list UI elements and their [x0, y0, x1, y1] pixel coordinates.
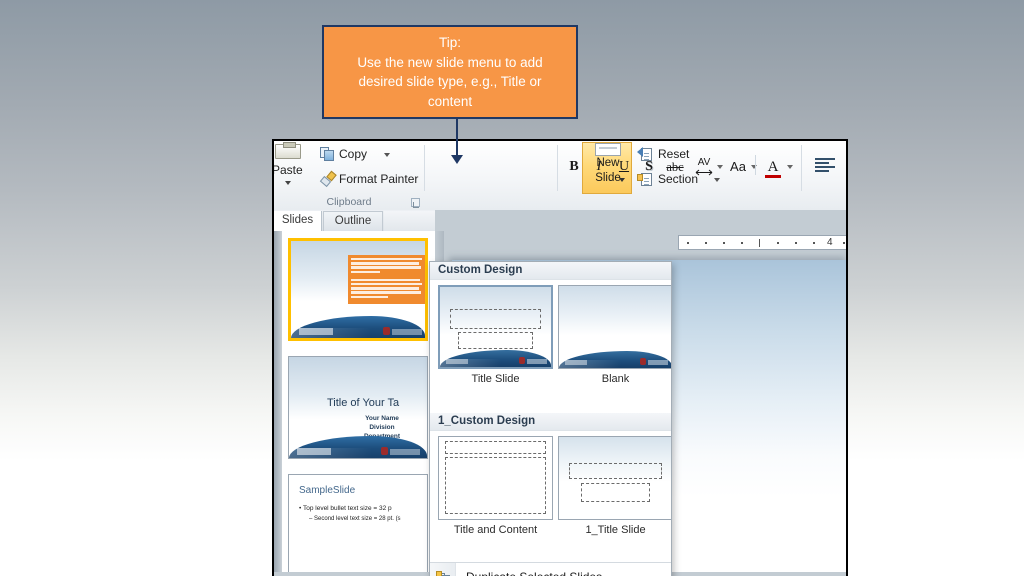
slide1-orange-textbox: [348, 255, 425, 304]
strikethrough-button[interactable]: abc: [663, 157, 687, 177]
menu-item-label: Duplicate Selected SlidesDuplicate Selec…: [466, 570, 602, 576]
italic-button[interactable]: I: [590, 157, 608, 177]
chevron-down-icon[interactable]: [384, 153, 390, 157]
ribbon-group-paragraph: [809, 141, 846, 210]
layout-logo-mark: [640, 358, 646, 365]
content-placeholder: [445, 457, 546, 514]
slide2-title: Title of Your Ta: [327, 397, 400, 409]
menu-divider: [430, 562, 671, 563]
layout-logo-text: [648, 360, 668, 365]
layout-thumbnail: [438, 436, 553, 520]
clipboard-group-label: Clipboard: [326, 196, 372, 208]
ribbon: Paste Copy Format Painter Clipboard New …: [274, 141, 846, 210]
pane-tabstrip: Slides Outline: [274, 210, 435, 231]
tip-line-3: desired slide type, e.g., Title or: [358, 74, 542, 89]
layout-thumbnail: [438, 285, 553, 369]
layout-logo-left: [565, 360, 587, 365]
ribbon-group-clipboard: Paste Copy Format Painter Clipboard: [274, 141, 424, 210]
tip-arrow-icon: [451, 155, 463, 164]
subtitle-placeholder: [581, 483, 650, 502]
paste-button[interactable]: Paste: [272, 142, 314, 195]
font-color-button[interactable]: A: [765, 157, 781, 177]
slide-thumbnail-2[interactable]: Title of Your Ta Your Name Division Depa…: [288, 356, 428, 459]
slide-logo-mark: [381, 447, 388, 455]
format-painter-icon: [319, 170, 337, 188]
clipboard-dialog-launcher-icon[interactable]: [411, 198, 420, 208]
menu-group-header-custom-design: Custom Design: [430, 262, 671, 280]
slide3-bullet-1: • Top level bullet text size = 32 p: [299, 505, 392, 512]
subtitle-placeholder: [458, 332, 533, 349]
new-slide-dropdown-menu[interactable]: Custom Design Title Slide Blank 1_Custom…: [429, 261, 672, 576]
layout-thumbnail: [558, 285, 671, 369]
copy-icon: [320, 147, 335, 162]
powerpoint-screenshot-frame: Paste Copy Format Painter Clipboard New …: [272, 139, 848, 576]
editor-work-area: Slides Outline Title of Your Ta Your Nam…: [274, 210, 846, 576]
tip-callout: Tip: Use the new slide menu to add desir…: [322, 25, 578, 119]
chevron-down-icon[interactable]: [285, 181, 291, 185]
font-color-swatch[interactable]: [765, 175, 781, 178]
slide-thumbnails-pane[interactable]: Title of Your Ta Your Name Division Depa…: [274, 231, 435, 576]
chevron-down-icon[interactable]: [717, 165, 723, 169]
copy-button[interactable]: Copy: [320, 145, 416, 164]
slide3-bullet-2: – Second level text size = 28 pt. (s: [309, 516, 401, 522]
layout-logo-text: [527, 359, 547, 364]
tip-connector-line: [456, 119, 458, 159]
bold-button[interactable]: B: [565, 157, 583, 177]
ribbon-separator: [424, 145, 425, 191]
duplicate-slides-icon: [436, 571, 451, 576]
layout-logo-mark: [519, 357, 525, 364]
ribbon-group-font: B I U S abc AV Aa A: [559, 141, 793, 210]
tip-line-1: Tip:: [438, 35, 461, 50]
ruler-number-4: 4: [827, 237, 833, 248]
menu-item-duplicate-selected-slides[interactable]: Duplicate Selected SlidesDuplicate Selec…: [430, 566, 671, 576]
change-case-button[interactable]: Aa: [727, 157, 749, 177]
paste-label: Paste: [272, 163, 303, 177]
slide-logo-text: [390, 449, 420, 455]
layout-caption: Title and Content: [453, 524, 538, 536]
layout-caption: 1_Title Slide: [585, 524, 646, 536]
copy-label: Copy: [339, 147, 368, 161]
ribbon-separator: [557, 145, 558, 191]
slide-logo-text: [392, 329, 422, 335]
format-painter-label: Format Painter: [339, 172, 419, 186]
tab-slides[interactable]: Slides: [274, 211, 322, 231]
text-shadow-button[interactable]: S: [640, 157, 658, 177]
tabstrip-filler: [384, 211, 435, 231]
slide3-title: SampleSlide: [299, 485, 356, 496]
menu-group-header-1-custom-design: 1_Custom Design: [430, 413, 671, 431]
tab-outline[interactable]: Outline: [323, 211, 383, 231]
layout-thumbnail: [558, 436, 671, 520]
layout-logo-left: [446, 359, 468, 364]
ribbon-group-slides: New Slide Reset Section: [426, 141, 720, 210]
slide-logo: [297, 448, 331, 455]
title-placeholder: [569, 463, 662, 479]
title-placeholder: [445, 441, 546, 454]
format-painter-button[interactable]: Format Painter: [319, 170, 424, 189]
tip-line-4: content: [427, 93, 473, 109]
slide-logo: [299, 328, 333, 335]
layout-caption: Blank: [601, 373, 630, 385]
horizontal-ruler[interactable]: 4: [678, 235, 846, 250]
paste-icon: [275, 142, 301, 159]
font-group-separator: [755, 155, 756, 175]
horizontal-ruler-area: 4: [674, 231, 846, 253]
chevron-down-icon[interactable]: [751, 165, 757, 169]
character-spacing-arrow-icon: [695, 169, 713, 176]
slide-thumbnail-1[interactable]: [288, 238, 428, 341]
slide-logo-mark: [383, 327, 390, 335]
title-placeholder: [450, 309, 541, 329]
tip-line-2: Use the new slide menu to add: [357, 54, 543, 70]
underline-button[interactable]: U: [615, 157, 633, 177]
chevron-down-icon[interactable]: [787, 165, 793, 169]
thumbnail-pane-scrollbar[interactable]: [274, 231, 282, 576]
ribbon-separator: [801, 145, 802, 191]
layout-caption: Title Slide: [471, 373, 520, 385]
slide-thumbnail-3[interactable]: SampleSlide • Top level bullet text size…: [288, 474, 428, 576]
align-left-icon[interactable]: [815, 158, 835, 174]
